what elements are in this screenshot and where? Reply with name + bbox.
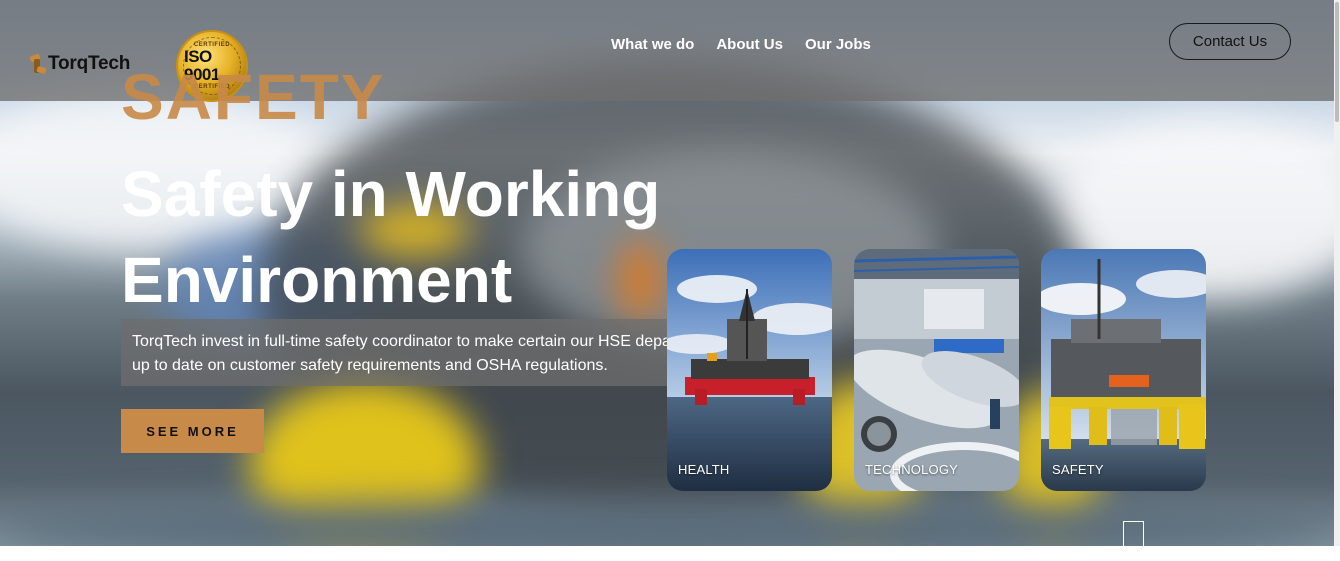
category-card-health[interactable]: HEALTH [667,249,832,491]
page-bottom-strip [0,546,1340,561]
nav-item-our-jobs[interactable]: Our Jobs [805,36,871,53]
main-nav: What we do About Us Our Jobs [611,36,893,53]
factory-pipes-image [854,249,1019,491]
card-label: HEALTH [678,462,730,477]
headline-line-2: Environment [121,244,513,316]
scrollbar-thumb[interactable] [1335,2,1339,122]
hero-headline: Safety in Working Environment [121,151,721,323]
card-label: TECHNOLOGY [865,462,959,477]
contact-us-button[interactable]: Contact Us [1169,23,1291,60]
slide-indicator[interactable] [1123,521,1144,546]
brand-logo[interactable]: TorqTech [28,50,130,78]
brand-name: TorqTech [48,53,131,74]
platform-image [1041,249,1206,491]
wrench-logo-icon [28,53,47,75]
category-card-safety[interactable]: SAFETY [1041,249,1206,491]
nav-item-what-we-do[interactable]: What we do [611,36,694,53]
hero-eyebrow: SAFETY [121,61,386,133]
card-label: SAFETY [1052,462,1104,477]
nav-item-about-us[interactable]: About Us [716,36,783,53]
headline-line-1: Safety in Working [121,158,661,230]
see-more-button[interactable]: SEE MORE [121,409,264,453]
scrollbar[interactable] [1334,0,1340,546]
category-card-technology[interactable]: TECHNOLOGY [854,249,1019,491]
description-line-2: up to date on customer safety requiremen… [132,357,608,374]
page: TorqTech CERTIFIED ISO 9001 CERTIFIED Wh… [0,0,1340,561]
hero-description: TorqTech invest in full-time safety coor… [121,319,667,386]
offshore-rig-image [667,249,832,491]
description-line-1: TorqTech invest in full-time safety coor… [132,333,667,350]
